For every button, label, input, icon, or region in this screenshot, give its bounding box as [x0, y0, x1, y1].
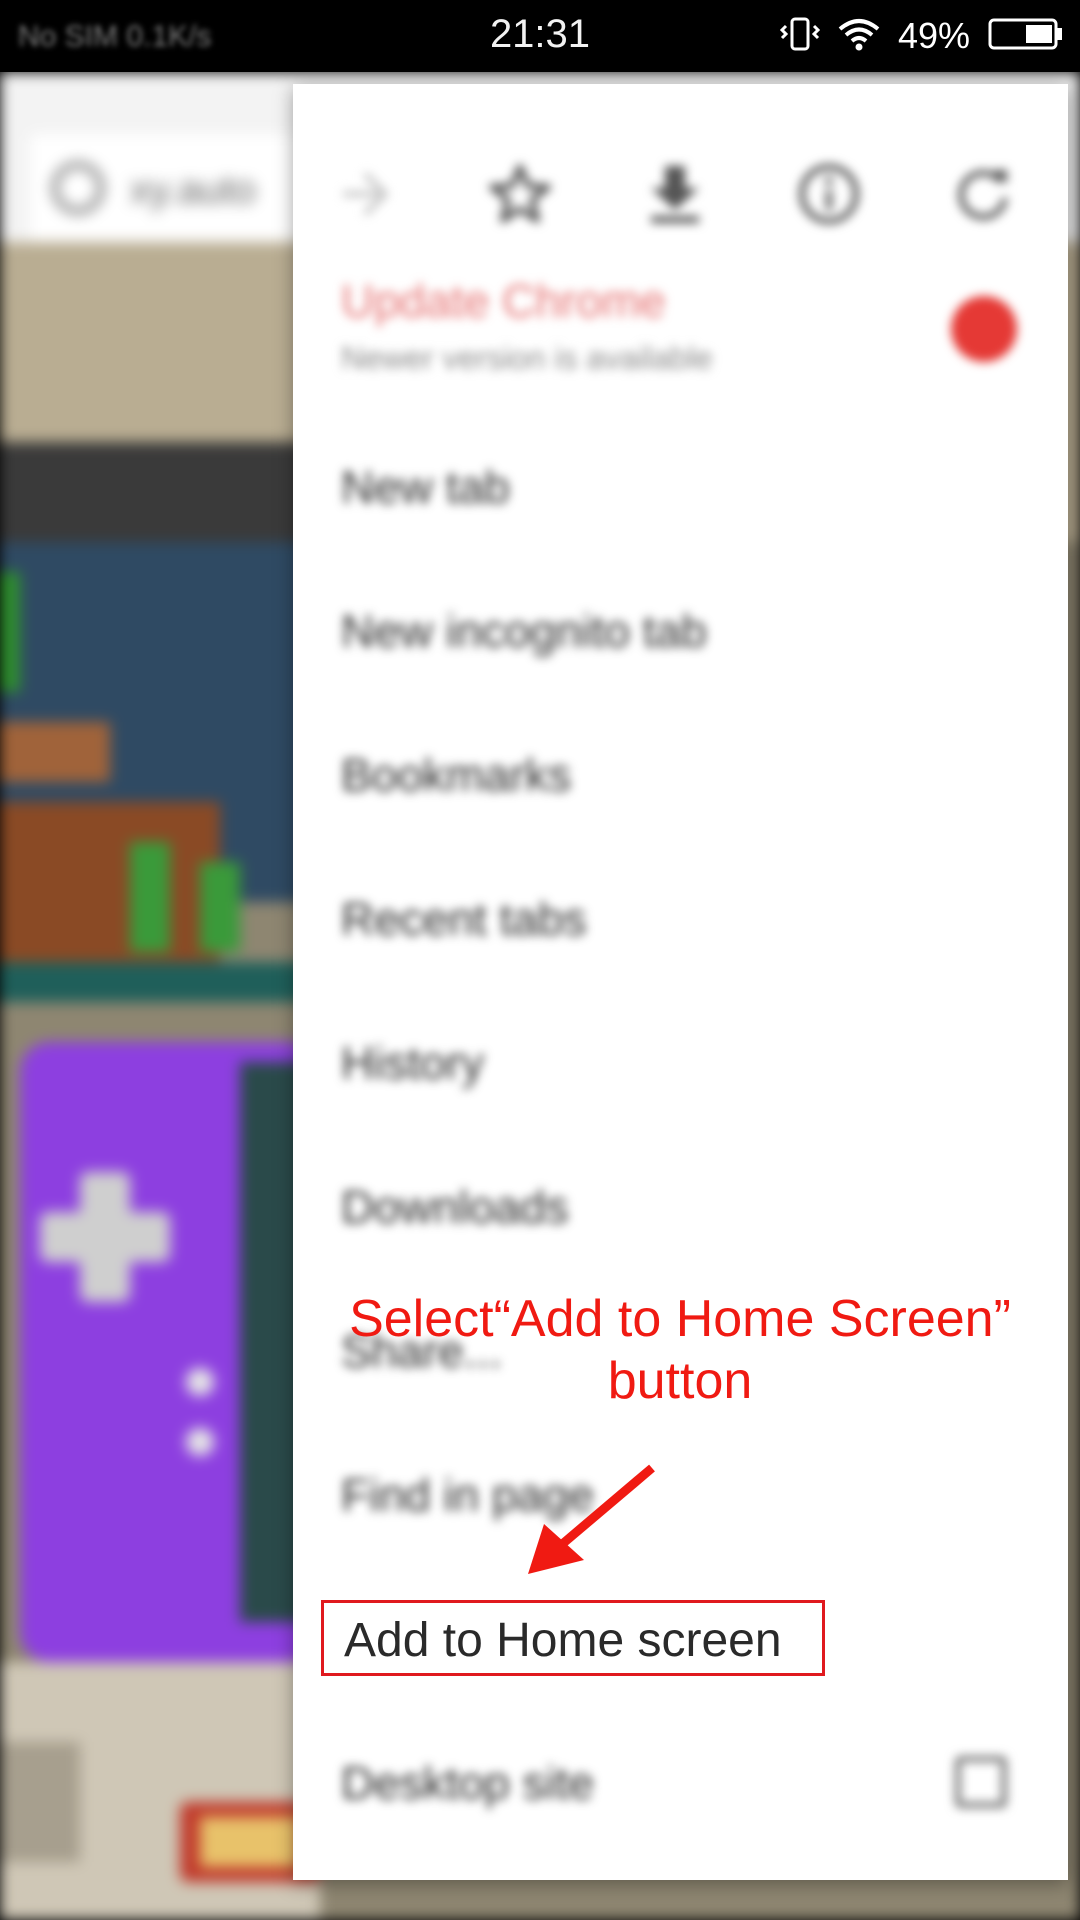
annotation-instruction: Select“Add to Home Screen” button	[300, 1288, 1060, 1412]
battery-percent: 49%	[897, 15, 970, 56]
forward-icon[interactable]	[315, 144, 415, 244]
site-info-icon[interactable]	[52, 162, 104, 214]
menu-item-bookmarks[interactable]: Bookmarks	[341, 748, 571, 802]
update-badge-icon	[951, 296, 1017, 362]
update-chrome-title: Update Chrome	[341, 275, 666, 327]
status-bar: No SIM 0.1K/s 21:31 49%	[0, 0, 1080, 72]
desktop-site-checkbox[interactable]	[955, 1756, 1007, 1808]
bookmark-star-icon[interactable]	[470, 144, 570, 244]
menu-item-downloads[interactable]: Downloads	[341, 1180, 569, 1234]
menu-item-add-to-home-screen[interactable]: Add to Home screen	[321, 1600, 825, 1676]
menu-item-new-incognito-tab[interactable]: New incognito tab	[341, 604, 707, 658]
annotation-line-2: button	[607, 1352, 753, 1410]
address-text: xy.auto	[130, 168, 256, 212]
menu-item-new-tab[interactable]: New tab	[341, 460, 510, 514]
vibrate-icon	[779, 16, 821, 57]
status-icons: 49%	[779, 14, 1064, 58]
info-icon[interactable]	[779, 144, 879, 244]
battery-icon	[988, 17, 1064, 56]
update-chrome-subtitle: Newer version is available	[341, 340, 713, 376]
annotation-arrow-icon	[528, 1464, 655, 1574]
add-to-home-screen-label: Add to Home screen	[344, 1614, 782, 1667]
refresh-icon[interactable]	[933, 144, 1033, 244]
menu-item-history[interactable]: History	[341, 1036, 484, 1090]
menu-item-desktop-site[interactable]: Desktop site	[341, 1756, 594, 1810]
download-icon[interactable]	[625, 144, 725, 244]
menu-icon-row	[293, 144, 1068, 254]
wifi-icon	[838, 17, 880, 56]
annotation-line-1: Select“Add to Home Screen”	[349, 1290, 1011, 1348]
menu-item-recent-tabs[interactable]: Recent tabs	[341, 892, 586, 946]
